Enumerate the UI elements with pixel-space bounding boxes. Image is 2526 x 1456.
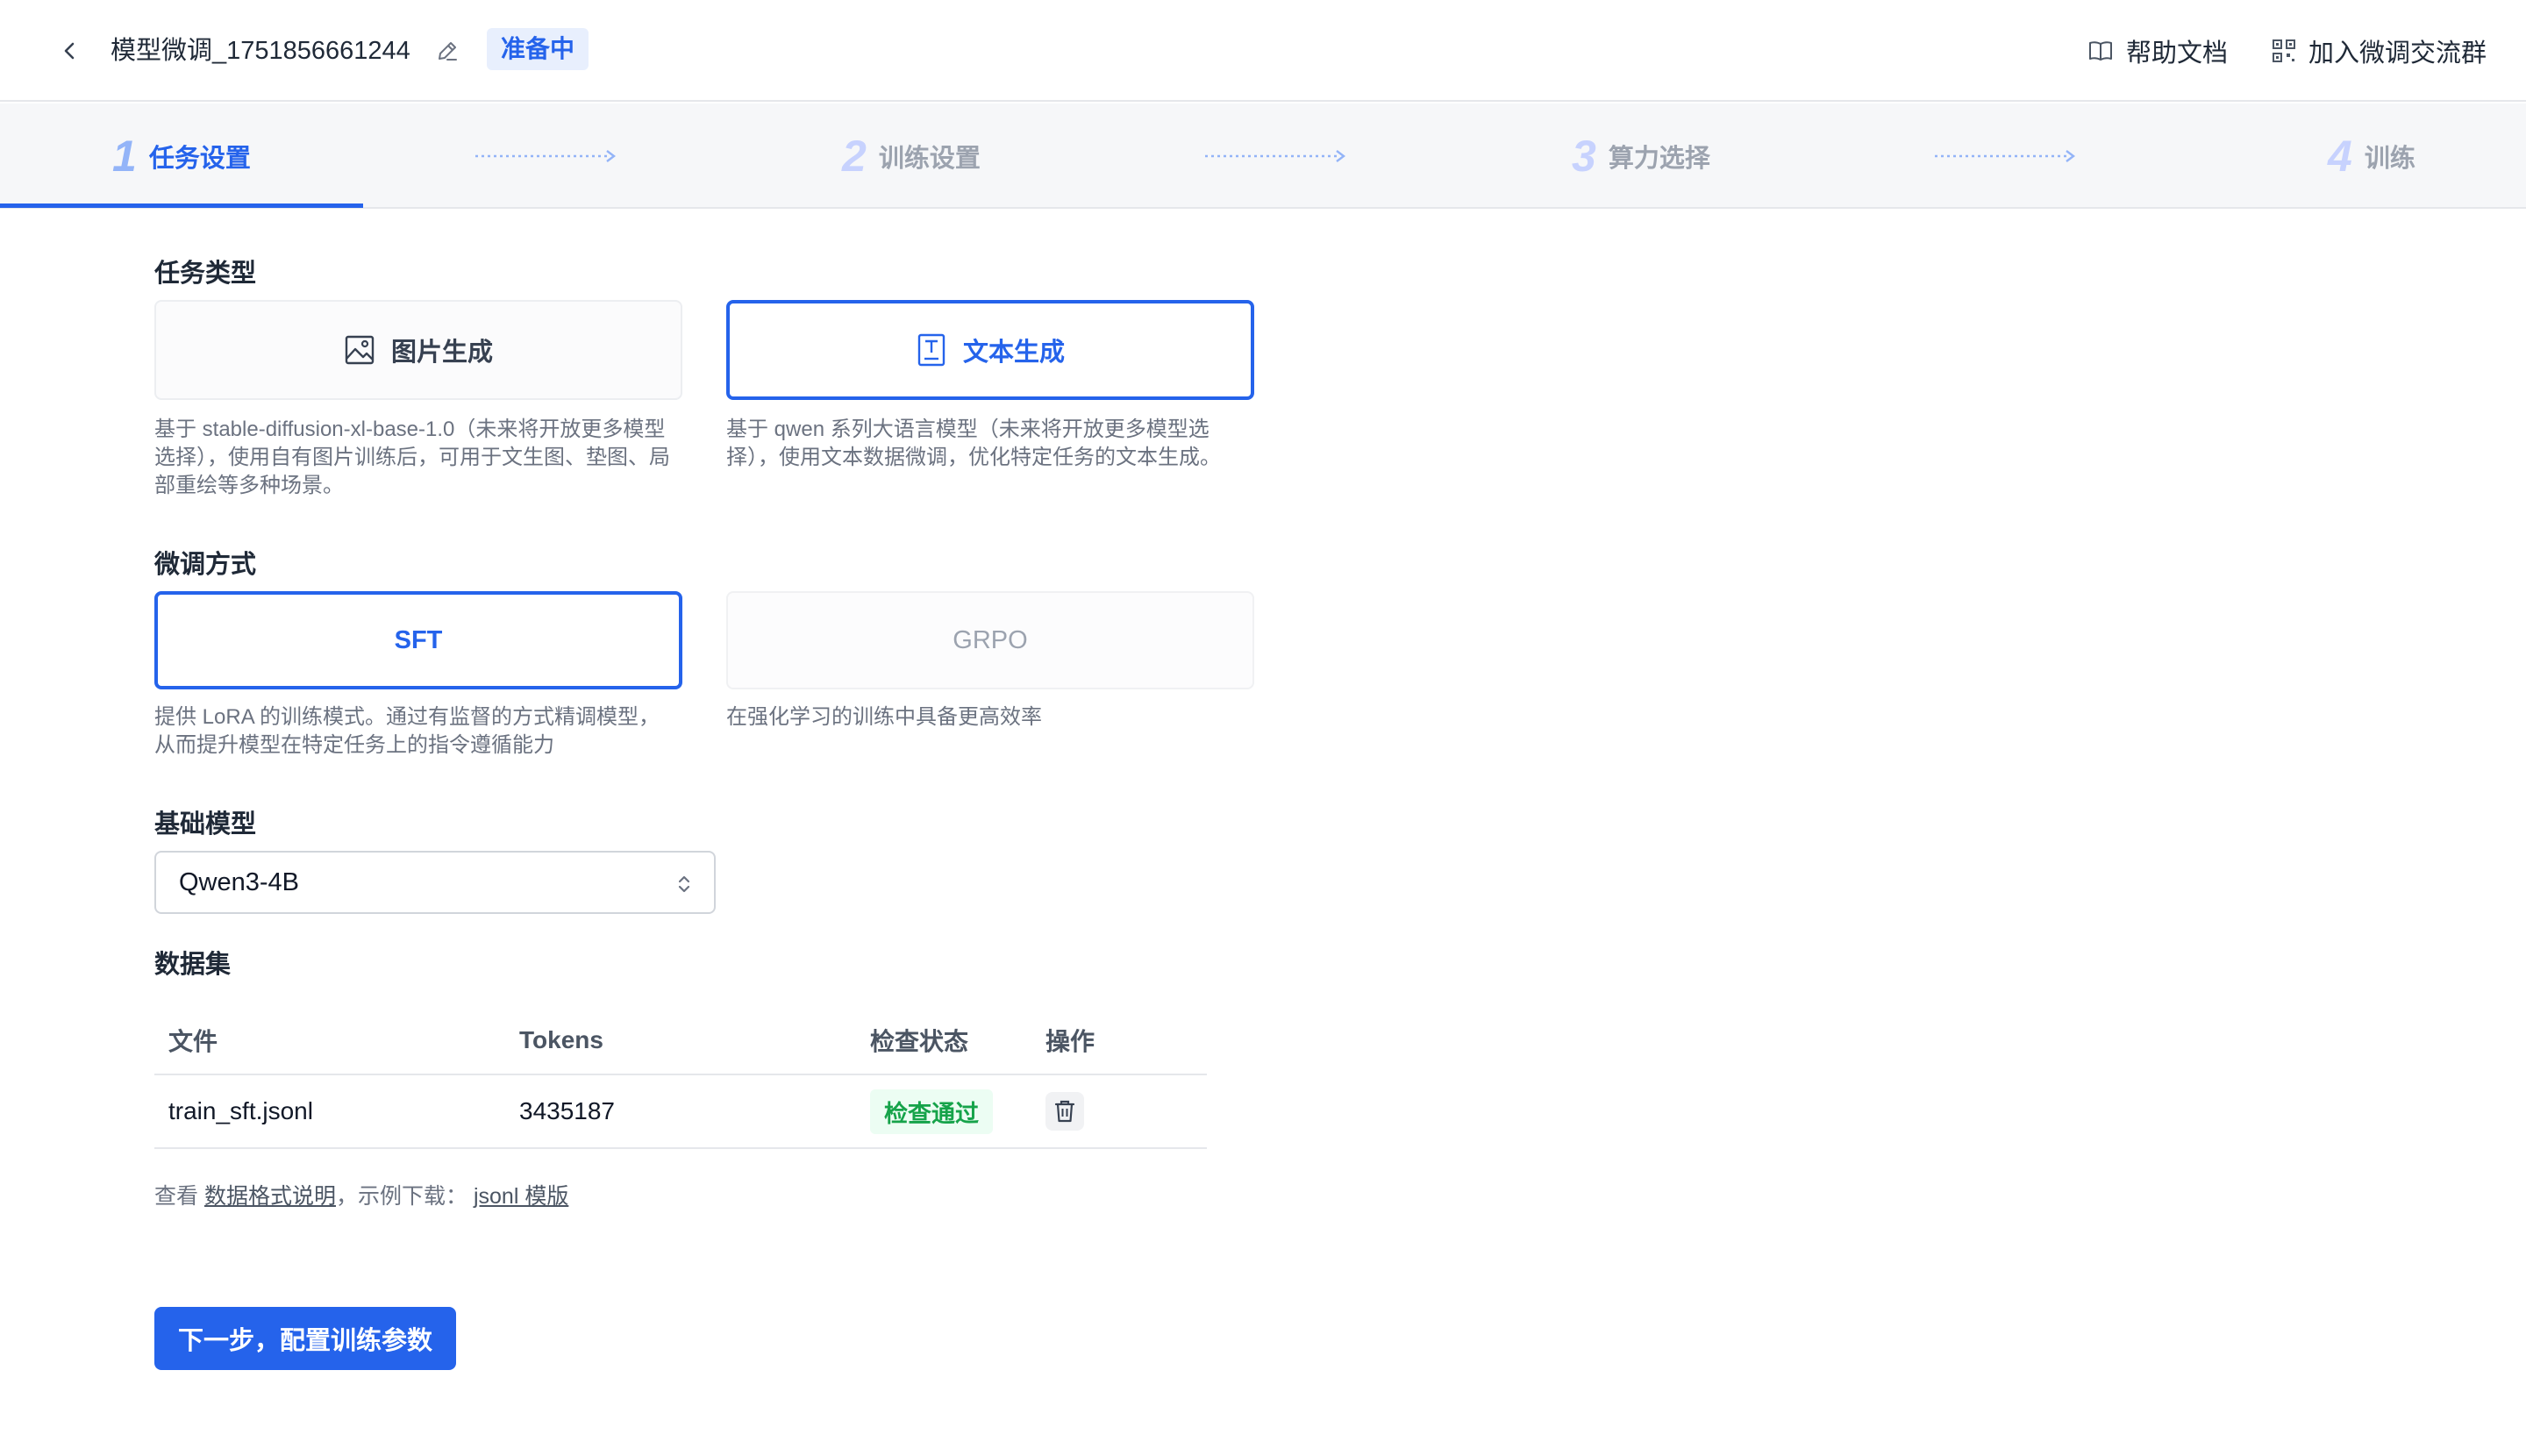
help-docs-link[interactable]: 帮助文档 (2087, 32, 2228, 70)
pencil-icon (439, 42, 457, 61)
step-task-settings[interactable]: 1 任务设置 (112, 103, 251, 209)
chevron-left-icon (64, 42, 75, 60)
task-type-title: 任务类型 (154, 260, 257, 288)
qrcode-icon (2273, 39, 2295, 62)
image-icon (345, 335, 375, 365)
base-model-title: 基础模型 (154, 810, 257, 839)
help-docs-label: 帮助文档 (2126, 39, 2229, 68)
trash-icon (1054, 1100, 1075, 1123)
text-icon (917, 333, 945, 367)
join-group-link[interactable]: 加入微调交流群 (2272, 32, 2487, 70)
active-step-indicator (0, 203, 363, 208)
table-header: 文件 Tokens 检查状态 操作 (154, 1007, 1207, 1075)
table-row: train_sft.jsonl 3435187 检查通过 (154, 1075, 1207, 1149)
step-number: 4 (2328, 132, 2352, 181)
hint-middle: ，示例下载： (335, 1184, 467, 1209)
column-header-tokens: Tokens (519, 1026, 603, 1053)
method-option-grpo[interactable]: GRPO (726, 591, 1254, 689)
dataset-title: 数据集 (154, 951, 232, 979)
back-button[interactable] (53, 33, 88, 68)
step-label: 训练设置 (878, 145, 981, 173)
join-group-label: 加入微调交流群 (2308, 39, 2487, 68)
file-name: train_sft.jsonl (168, 1097, 313, 1124)
method-option-label: SFT (394, 625, 443, 654)
text-generation-description: 基于 qwen 系列大语言模型（未来将开放更多模型选择），使用文本数据微调，优化… (726, 418, 1221, 469)
next-step-button[interactable]: 下一步，配置训练参数 (154, 1307, 456, 1370)
base-model-select[interactable]: Qwen3-4B (154, 851, 716, 914)
token-count: 3435187 (519, 1097, 616, 1124)
page-title: 模型微调_1751856661244 (111, 37, 410, 65)
column-header-status: 检查状态 (870, 1028, 969, 1055)
image-generation-description: 基于 stable-diffusion-xl-base-1.0（未来将开放更多模… (154, 418, 670, 497)
delete-file-button[interactable] (1045, 1092, 1084, 1131)
check-status-cell: 检查通过 (870, 1075, 993, 1147)
dotted-arrow-icon (1205, 150, 1345, 162)
step-compute-selection[interactable]: 3 算力选择 (1572, 103, 1710, 209)
step-training[interactable]: 4 训练 (2328, 103, 2415, 209)
top-bar: 模型微调_1751856661244 准备中 帮助文档 加入微调交流群 (0, 0, 2526, 102)
dotted-arrow-icon (475, 150, 616, 162)
column-header-actions: 操作 (1045, 1028, 1095, 1055)
sft-description: 提供 LoRA 的训练模式。通过有监督的方式精调模型，从而提升模型在特定任务上的… (154, 705, 660, 757)
task-option-label: 文本生成 (962, 339, 1065, 367)
dotted-arrow-icon (1935, 150, 2075, 162)
jsonl-template-link[interactable]: jsonl 模版 (474, 1184, 568, 1209)
edit-title-button[interactable] (430, 33, 465, 68)
step-number: 2 (842, 132, 867, 181)
task-option-text-generation[interactable]: 文本生成 (726, 300, 1254, 400)
step-label: 算力选择 (1608, 145, 1710, 173)
column-header-file: 文件 (168, 1028, 218, 1055)
step-number: 3 (1572, 132, 1596, 181)
finetune-method-title: 微调方式 (154, 551, 257, 579)
method-option-label: GRPO (953, 625, 1028, 654)
book-icon (2089, 41, 2112, 61)
grpo-description: 在强化学习的训练中具备更高效率 (726, 705, 1042, 729)
status-badge: 检查通过 (870, 1088, 993, 1134)
base-model-value: Qwen3-4B (179, 867, 300, 896)
step-label: 训练 (2364, 145, 2415, 173)
step-number: 1 (112, 132, 137, 181)
method-option-sft[interactable]: SFT (154, 591, 682, 689)
status-badge: 准备中 (487, 28, 589, 70)
dataset-table: 文件 Tokens 检查状态 操作 train_sft.jsonl 343518… (154, 1007, 1207, 1149)
hint-prefix: 查看 (154, 1184, 199, 1209)
actions-cell (1045, 1075, 1084, 1147)
task-option-image-generation[interactable]: 图片生成 (154, 300, 682, 400)
step-label: 任务设置 (148, 145, 251, 173)
task-option-label: 图片生成 (390, 339, 493, 367)
chevron-up-down-icon (678, 875, 690, 893)
data-format-link[interactable]: 数据格式说明 (204, 1184, 336, 1209)
step-training-settings[interactable]: 2 训练设置 (842, 103, 981, 209)
dataset-hint: 查看 数据格式说明，示例下载： jsonl 模版 (154, 1179, 568, 1210)
